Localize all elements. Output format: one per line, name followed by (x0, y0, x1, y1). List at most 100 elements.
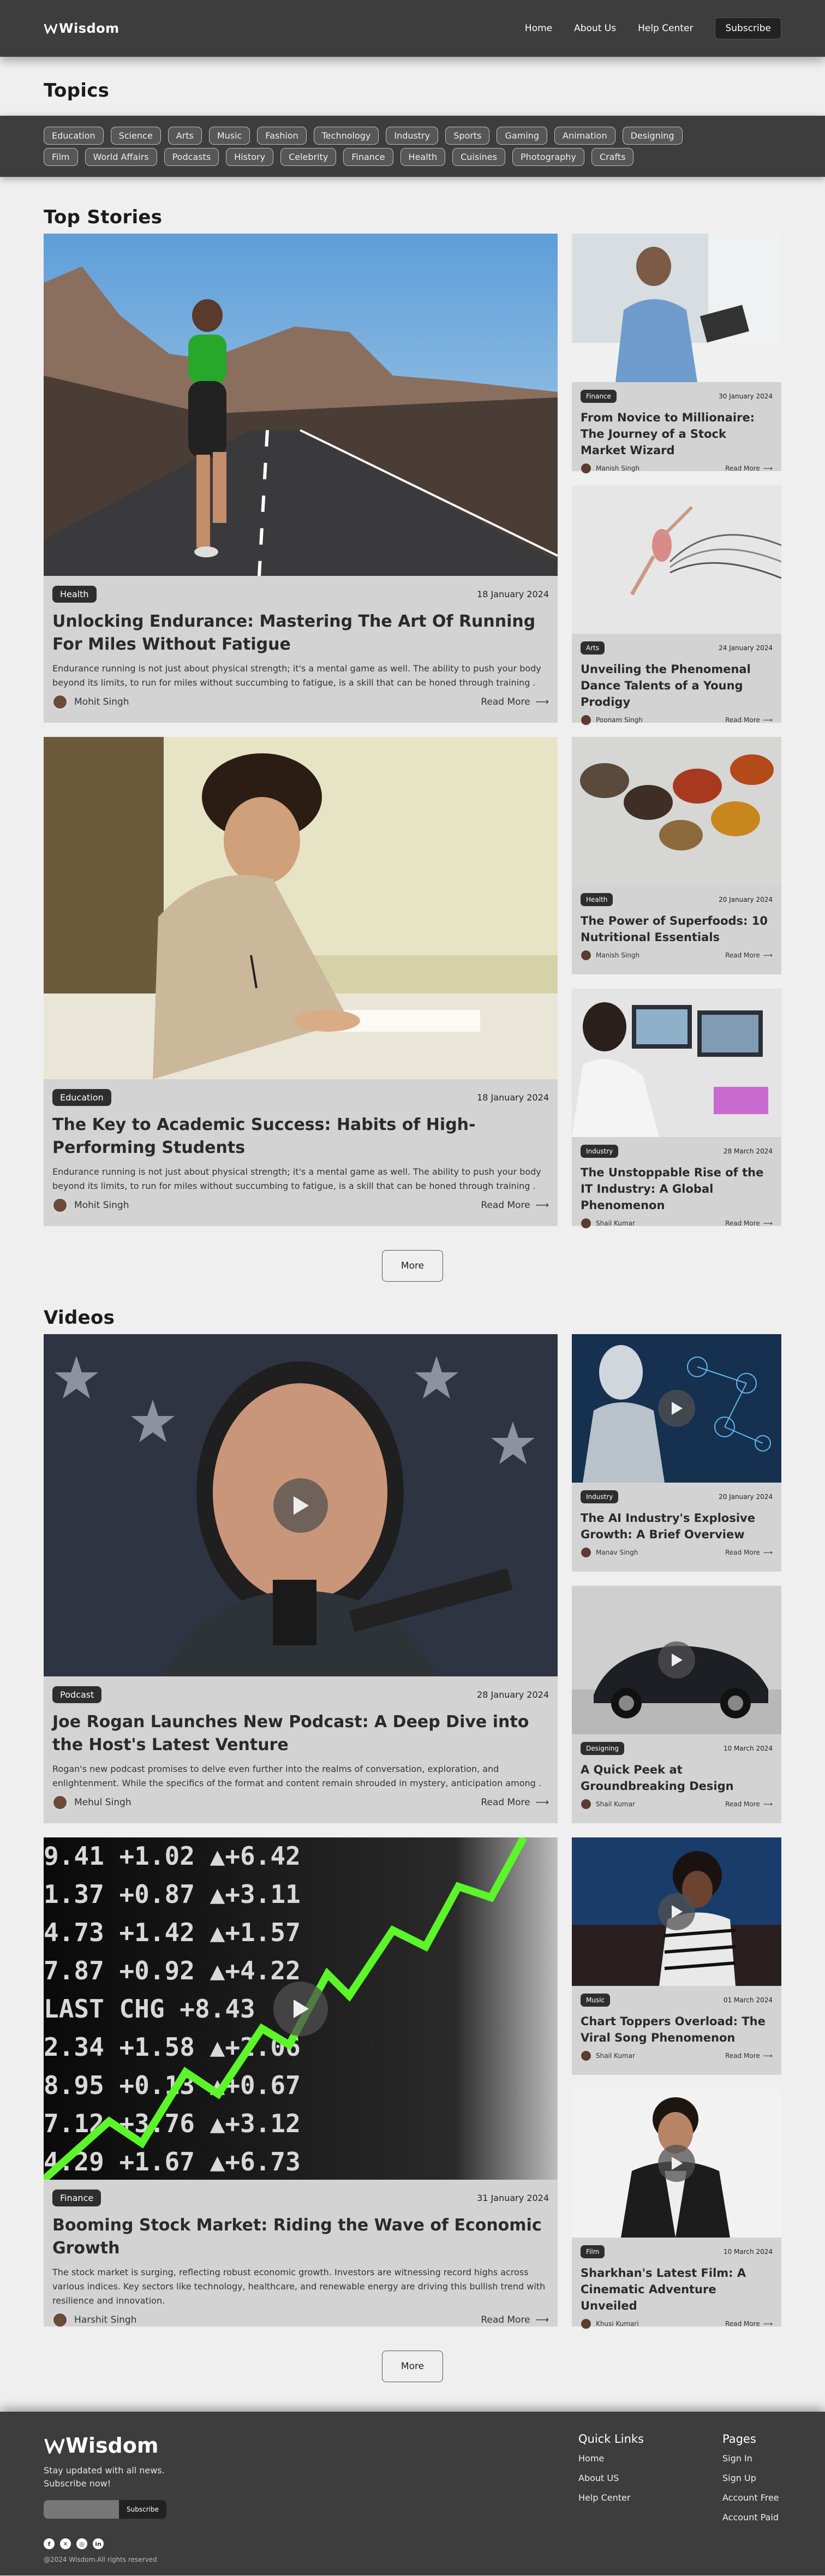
footer-link-about[interactable]: About US (578, 2473, 644, 2483)
video-tag[interactable]: Finance (52, 2190, 101, 2206)
instagram-icon[interactable]: ◎ (76, 2538, 87, 2549)
story-tag[interactable]: Finance (581, 390, 617, 403)
read-more-link[interactable]: Read More ⟶ (725, 716, 773, 724)
topic-chip[interactable]: Science (110, 127, 161, 145)
video-title[interactable]: A Quick Peek at Groundbreaking Design (581, 1762, 773, 1794)
topic-chip[interactable]: Cuisines (452, 148, 505, 166)
read-more-link[interactable]: Read More ⟶ (481, 1797, 549, 1808)
story-tag[interactable]: Health (581, 893, 613, 906)
play-icon[interactable] (658, 1390, 695, 1427)
video-title[interactable]: Chart Toppers Overload: The Viral Song P… (581, 2013, 773, 2046)
avatar (52, 1198, 68, 1213)
topic-chip[interactable]: Health (400, 148, 446, 166)
video-title[interactable]: Joe Rogan Launches New Podcast: A Deep D… (52, 1711, 549, 1757)
play-icon[interactable] (273, 1981, 328, 2036)
topic-chip[interactable]: Arts (168, 127, 202, 145)
read-more-link[interactable]: Read More ⟶ (725, 1549, 773, 1556)
story-tag[interactable]: Health (52, 586, 97, 603)
story-card-small[interactable]: Arts 24 January 2024 Unveiling the Phenom… (572, 485, 781, 725)
topic-chip[interactable]: History (226, 148, 274, 166)
story-tag[interactable]: Arts (581, 641, 605, 655)
facebook-icon[interactable]: f (44, 2538, 55, 2549)
video-title[interactable]: Sharkhan's Latest Film: A Cinematic Adve… (581, 2265, 773, 2314)
topic-chip[interactable]: Podcasts (164, 148, 219, 166)
story-card[interactable]: Health 18 January 2024 Unlocking Enduran… (44, 234, 558, 723)
topic-chip[interactable]: Education (44, 127, 104, 145)
footer-link-sign-in[interactable]: Sign In (722, 2453, 779, 2464)
footer-link-home[interactable]: Home (578, 2453, 644, 2464)
topic-chip[interactable]: Music (208, 127, 250, 145)
story-card-small[interactable]: Health 20 January 2024 The Power of Super… (572, 737, 781, 974)
story-card[interactable]: Education 18 January 2024 The Key to Aca… (44, 737, 558, 1226)
topic-chip[interactable]: Photography (512, 148, 584, 166)
play-icon[interactable] (658, 1893, 695, 1930)
read-more-link[interactable]: Read More ⟶ (725, 951, 773, 959)
story-tag[interactable]: Education (52, 1089, 111, 1106)
topic-chip[interactable]: Industry (386, 127, 439, 145)
story-tag[interactable]: Industry (581, 1145, 619, 1158)
story-title[interactable]: Unveiling the Phenomenal Dance Talents o… (581, 661, 773, 710)
story-card-small[interactable]: Finance 30 January 2024 From Novice to Mi… (572, 234, 781, 474)
story-title[interactable]: Unlocking Endurance: Mastering The Art O… (52, 610, 549, 656)
video-tag[interactable]: Designing (581, 1742, 624, 1755)
nav-about-link[interactable]: About Us (574, 23, 616, 34)
video-card-small[interactable]: Designing 10 March 2024 A Quick Peek at G… (572, 1586, 781, 1823)
play-icon[interactable] (658, 1641, 695, 1679)
story-card-small[interactable]: Industry 28 March 2024 The Unstoppable Ri… (572, 989, 781, 1229)
story-title[interactable]: The Power of Superfoods: 10 Nutritional … (581, 913, 773, 945)
read-more-link[interactable]: Read More ⟶ (481, 1200, 549, 1211)
video-card-small[interactable]: Film 10 March 2024 Sharkhan's Latest Film… (572, 2089, 781, 2329)
topic-chip[interactable]: Fashion (257, 127, 307, 145)
top-stories-more-button[interactable]: More (382, 1250, 443, 1282)
footer-link-account-free[interactable]: Account Free (722, 2492, 779, 2503)
svg-text:4.73 +1.42 ▲+1.57: 4.73 +1.42 ▲+1.57 (44, 1918, 301, 1947)
avatar (581, 950, 591, 961)
topic-chip[interactable]: Finance (343, 148, 393, 166)
topic-chip[interactable]: Celebrity (280, 148, 337, 166)
story-title[interactable]: From Novice to Millionaire: The Journey … (581, 409, 773, 459)
story-title[interactable]: The Unstoppable Rise of the IT Industry:… (581, 1164, 773, 1213)
footer-subscribe-button[interactable]: Subscribe (119, 2500, 166, 2519)
story-title[interactable]: The Key to Academic Success: Habits of H… (52, 1114, 549, 1159)
topic-chip[interactable]: Film (44, 148, 78, 166)
topic-chip[interactable]: Gaming (497, 127, 548, 145)
read-more-link[interactable]: Read More ⟶ (725, 1800, 773, 1808)
topic-chip[interactable]: Animation (554, 127, 615, 145)
topic-chip[interactable]: Sports (445, 127, 490, 145)
footer-link-help[interactable]: Help Center (578, 2492, 644, 2503)
read-more-link[interactable]: Read More ⟶ (725, 1219, 773, 1227)
linkedin-icon[interactable]: in (93, 2538, 104, 2549)
read-more-link[interactable]: Read More ⟶ (481, 2315, 549, 2325)
footer-logo[interactable]: Wisdom (44, 2434, 781, 2458)
video-tag[interactable]: Film (581, 2245, 605, 2258)
nav-help-link[interactable]: Help Center (638, 23, 693, 34)
video-tag[interactable]: Industry (581, 1490, 619, 1503)
videos-more-button[interactable]: More (382, 2351, 443, 2382)
read-more-link[interactable]: Read More ⟶ (725, 2052, 773, 2060)
video-tag[interactable]: Podcast (52, 1686, 102, 1703)
footer-link-account-paid[interactable]: Account Paid (722, 2512, 779, 2523)
video-card[interactable]: Podcast 28 January 2024 Joe Rogan Launche… (44, 1334, 558, 1823)
topic-chip[interactable]: Designing (622, 127, 683, 145)
footer-email-input[interactable] (44, 2500, 119, 2519)
video-tag[interactable]: Music (581, 1994, 611, 2007)
x-icon[interactable]: ✕ (60, 2538, 71, 2549)
nav-home-link[interactable]: Home (525, 23, 552, 34)
footer-link-sign-up[interactable]: Sign Up (722, 2473, 779, 2483)
topic-chip[interactable]: Technology (313, 127, 379, 145)
video-card-small[interactable]: Industry 20 January 2024 The AI Industry'… (572, 1334, 781, 1572)
video-title[interactable]: The AI Industry's Explosive Growth: A Br… (581, 1510, 773, 1543)
topic-chip[interactable]: Crafts (591, 148, 634, 166)
video-title[interactable]: Booming Stock Market: Riding the Wave of… (52, 2214, 549, 2260)
video-card-small[interactable]: Music 01 March 2024 Chart Toppers Overloa… (572, 1837, 781, 2075)
read-more-link[interactable]: Read More ⟶ (481, 697, 549, 707)
arrow-right-icon: ⟶ (763, 951, 773, 959)
nav-subscribe-button[interactable]: Subscribe (715, 17, 781, 39)
play-icon[interactable] (273, 1478, 328, 1533)
topic-chip[interactable]: World Affairs (85, 148, 157, 166)
play-icon[interactable] (658, 2145, 695, 2182)
read-more-link[interactable]: Read More ⟶ (725, 465, 773, 472)
logo[interactable]: Wisdom (44, 21, 119, 36)
read-more-link[interactable]: Read More ⟶ (725, 2320, 773, 2328)
video-card[interactable]: 9.41 +1.02 ▲+6.42 1.37 +0.87 ▲+3.11 4.73 +… (44, 1837, 558, 2328)
